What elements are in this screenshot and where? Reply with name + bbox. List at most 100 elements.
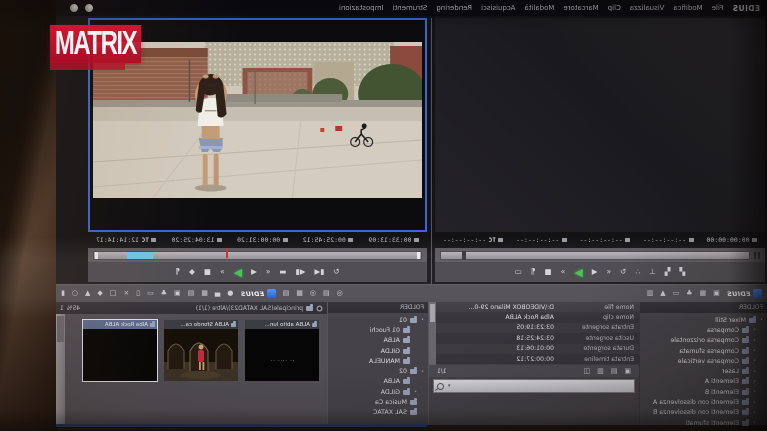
transport-button[interactable]: ¶ — [531, 268, 536, 276]
transport-button[interactable]: ■ — [204, 268, 211, 276]
expander-bullet-icon[interactable]: • — [752, 410, 757, 416]
expander-bullet-icon[interactable]: • — [752, 379, 757, 385]
transport-button[interactable]: ⊥ — [649, 268, 656, 276]
toolbar-icon[interactable]: ▤ — [611, 368, 618, 375]
menu-item[interactable]: Marcatore — [563, 4, 598, 12]
toolbar-icon[interactable]: ▲ — [85, 290, 90, 297]
transport-button[interactable]: ∴ — [635, 268, 640, 276]
bin-folder-item[interactable]: Musica Ca — [328, 397, 428, 407]
transport-button[interactable]: ▬ — [279, 268, 286, 276]
effect-folder-item[interactable]: • Comparsa orizzontale — [640, 336, 767, 346]
toolbar-icon[interactable]: ◎ — [310, 290, 316, 297]
search-bar[interactable]: ▾ — [433, 379, 635, 393]
toolbar-icon[interactable]: ▄ — [215, 290, 220, 297]
expander-bullet-icon[interactable]: • — [752, 389, 757, 395]
expander-bullet-icon[interactable]: • — [752, 400, 757, 406]
toolbar-icon[interactable]: ▲ — [660, 290, 665, 297]
expander-bullet-icon[interactable]: • — [413, 389, 418, 395]
clip-thumbnail[interactable] — [83, 329, 157, 381]
menu-item[interactable]: Rendering — [436, 4, 472, 12]
effect-folder-item[interactable]: • Comparsa verticale — [640, 356, 767, 366]
effect-folder-item[interactable]: • Elementi sfumati — [640, 418, 767, 428]
toolbar-icon[interactable]: ▦ — [201, 290, 208, 297]
transport-button[interactable]: » — [561, 268, 566, 276]
transport-button[interactable]: ▮◀ — [314, 268, 324, 276]
bin-clip[interactable]: ALBA Sfondo ca... — [164, 320, 238, 381]
menu-item[interactable]: Visualizza — [630, 4, 664, 12]
toolbar-icon[interactable]: ▭ — [147, 290, 154, 297]
properties-scrollbar[interactable] — [429, 302, 436, 365]
expander-bullet-icon[interactable]: • — [420, 369, 425, 375]
toolbar-icon[interactable]: ▣ — [624, 368, 631, 375]
transport-button[interactable]: ▞ — [680, 268, 686, 276]
toolbar-icon[interactable]: ▭ — [673, 290, 680, 297]
search-icon[interactable] — [437, 383, 444, 390]
toolbar-icon[interactable]: ◎ — [337, 290, 343, 297]
bin-scrollbar[interactable] — [56, 314, 65, 425]
transport-button[interactable]: ◆ — [189, 268, 195, 276]
toolbar-icon[interactable]: ▤ — [323, 290, 330, 297]
chevron-down-icon[interactable]: ▾ — [448, 383, 451, 389]
toolbar-icon[interactable]: ▦ — [296, 290, 303, 297]
record-slider-track[interactable] — [93, 251, 422, 260]
clip-thumbnail[interactable]: ·· ···· ·· — [245, 329, 319, 381]
toolbar-icon[interactable]: ▮ — [61, 290, 65, 297]
bin-folder-item[interactable]: SAL XATAC — [328, 408, 428, 418]
transport-button[interactable]: « — [607, 268, 612, 276]
expander-bullet-icon[interactable]: • — [752, 420, 757, 426]
transport-button[interactable]: ↻ — [333, 268, 339, 276]
toolbar-icon[interactable]: ● — [227, 290, 233, 297]
bin-folder-item[interactable]: MANUELA — [328, 356, 428, 366]
effect-folder-item[interactable]: • Elementi con dissolvenza B — [640, 408, 767, 418]
window-dot-icon[interactable] — [85, 4, 93, 12]
source-slider-track[interactable] — [440, 251, 750, 260]
menu-item[interactable]: File — [712, 4, 724, 12]
bin-folder-item[interactable]: • 01 — [328, 315, 428, 325]
expander-bullet-icon[interactable]: • — [752, 358, 757, 364]
effect-folder-item[interactable]: • Mixer Still — [640, 315, 767, 325]
menu-item[interactable]: Acquisisci — [481, 4, 515, 12]
transport-button[interactable]: ◀ — [592, 268, 598, 276]
window-dot-icon[interactable] — [70, 4, 78, 12]
effect-folder-item[interactable]: • Comparsa sfumata — [640, 346, 767, 356]
toolbar-icon[interactable]: ▤ — [283, 290, 290, 297]
transport-button[interactable]: « — [266, 268, 271, 276]
menu-item[interactable]: Modalità — [524, 4, 554, 12]
expander-bullet-icon[interactable]: • — [752, 327, 757, 333]
bin-camera-icon[interactable] — [316, 305, 323, 312]
bin-clip[interactable]: Alba Rock ALBA — [83, 320, 157, 381]
effect-folder-item[interactable]: • Elementi B — [640, 387, 767, 397]
source-position-bar[interactable] — [435, 248, 765, 262]
source-slider-handle[interactable] — [462, 251, 466, 260]
toolbar-icon[interactable]: × — [123, 290, 129, 297]
transport-button[interactable]: ▶ — [574, 267, 582, 278]
effect-folder-item[interactable]: • Elementi A — [640, 377, 767, 387]
toolbar-icon[interactable]: ▤ — [188, 290, 195, 297]
transport-button[interactable]: » — [220, 268, 225, 276]
window-control-dots[interactable] — [70, 4, 93, 12]
effect-folder-item[interactable]: • Laser — [640, 366, 767, 376]
clip-thumbnail[interactable] — [164, 329, 238, 381]
menu-item[interactable]: Strumenti — [393, 4, 428, 12]
effect-folder-item[interactable]: • Elementi con dissolvenza A — [640, 397, 767, 407]
toolbar-icon[interactable]: ♣ — [686, 290, 692, 297]
bin-folder-item[interactable]: • 02 — [328, 366, 428, 376]
transport-button[interactable]: ¶ — [175, 268, 180, 276]
transport-button[interactable]: ▭ — [515, 268, 522, 276]
bin-clip[interactable]: ALBA abito lun... — [245, 320, 319, 381]
toolbar-icon[interactable]: ◆ — [97, 290, 102, 297]
playhead-marker[interactable] — [226, 248, 228, 258]
toolbar-icon[interactable]: ♣ — [161, 290, 167, 297]
transport-button[interactable]: ■ — [545, 268, 552, 276]
bin-folder-item[interactable]: 01 Fuochi — [328, 325, 428, 335]
bin-folder-item[interactable]: GILDA — [328, 346, 428, 356]
bin-folder-item[interactable]: ALBA — [328, 377, 428, 387]
toolbar-icon[interactable]: ▥ — [647, 290, 654, 297]
transport-button[interactable]: ▶ — [234, 267, 242, 278]
menu-item[interactable]: Impostazioni — [339, 4, 384, 12]
menu-item[interactable]: Modifica — [673, 4, 702, 12]
toolbar-icon[interactable]: ▯ — [136, 290, 140, 297]
bin-folder-item[interactable]: • GILDA — [328, 387, 428, 397]
selection-segment[interactable] — [127, 252, 153, 259]
expander-bullet-icon[interactable]: • — [759, 317, 764, 323]
